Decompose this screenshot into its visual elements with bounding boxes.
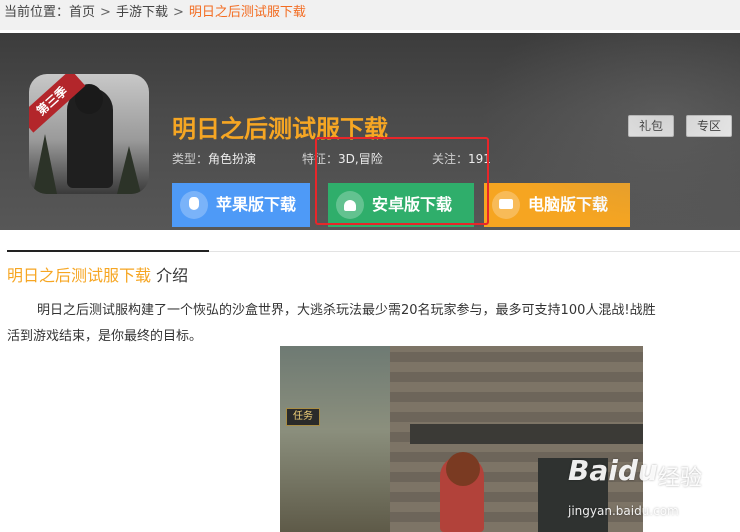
breadcrumb-category-link[interactable]: 手游下载 [116, 0, 168, 26]
watermark-site: jingyan.baidu.com [568, 504, 679, 518]
tree-shape [33, 134, 57, 194]
baidu-watermark: Baidu 经验 jingyan.baidu.com [568, 454, 738, 532]
player-head [446, 452, 480, 486]
intro-paragraph: 明日之后测试服构建了一个恢弘的沙盒世界，大逃杀玩法最少需20名玩家参与，最多可支… [7, 298, 740, 350]
app-type: 类型：角色扮演 [172, 150, 256, 167]
zone-tag-button[interactable]: 专区 [686, 115, 732, 137]
breadcrumb-separator: > [100, 5, 111, 20]
tree-shape [117, 146, 141, 194]
pc-download-button[interactable]: 电脑版下载 [484, 183, 630, 227]
watermark-label: 经验 [658, 466, 703, 491]
pc-download-label: 电脑版下载 [528, 195, 609, 214]
intro-line-1: 明日之后测试服构建了一个恢弘的沙盒世界，大逃杀玩法最少需20名玩家参与，最多可支… [37, 303, 656, 318]
intro-heading-game: 明日之后测试服下载 [7, 266, 152, 285]
app-icon[interactable]: 第三季 [29, 74, 149, 194]
building-roof [410, 424, 643, 444]
breadcrumb-home-link[interactable]: 首页 [69, 0, 95, 26]
app-type-value: 角色扮演 [208, 152, 257, 166]
intro-heading: 明日之后测试服下载 介绍 [7, 262, 188, 286]
android-highlight-box [315, 137, 489, 225]
intro-heading-suffix: 介绍 [151, 266, 189, 285]
breadcrumb: 当前位置：首页 > 手游下载 > 明日之后测试服下载 [0, 0, 740, 30]
breadcrumb-label: 当前位置： [4, 5, 70, 20]
apple-icon [180, 191, 208, 219]
breadcrumb-separator: > [172, 5, 184, 20]
section-divider-active [7, 250, 209, 252]
section-divider [209, 251, 740, 252]
app-type-label: 类型： [172, 152, 209, 166]
breadcrumb-current[interactable]: 明日之后测试服下载 [189, 0, 306, 26]
apple-download-button[interactable]: 苹果版下载 [172, 183, 310, 227]
task-badge: 任务 [286, 408, 320, 426]
watermark-brand: Baidu [568, 454, 658, 487]
gift-tag-button[interactable]: 礼包 [628, 115, 674, 137]
monitor-icon [492, 191, 520, 219]
apple-download-label: 苹果版下载 [216, 195, 297, 214]
